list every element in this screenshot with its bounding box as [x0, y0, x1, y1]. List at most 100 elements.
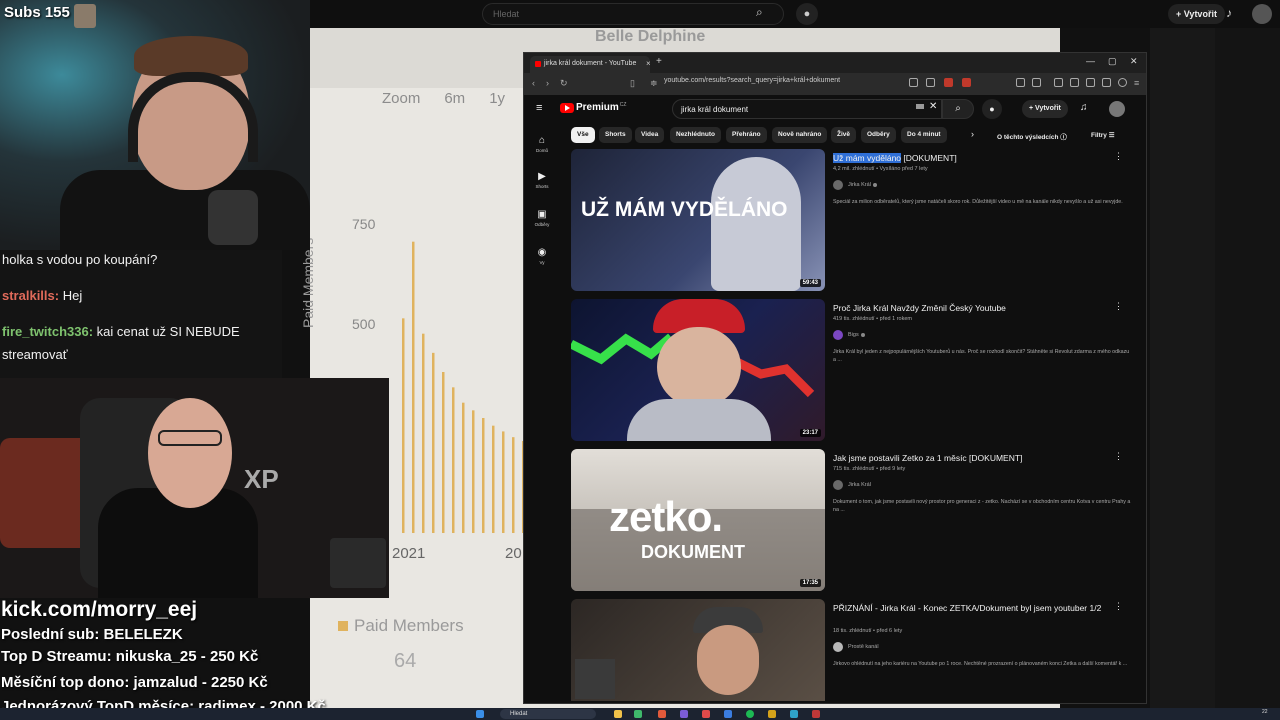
account-avatar[interactable] [1109, 101, 1125, 117]
music-icon[interactable] [1054, 78, 1063, 87]
video-title[interactable]: Jak jsme postavili Zetko za 1 měsíc [DOK… [833, 453, 1113, 464]
face [657, 327, 741, 407]
chat-username: fire_twitch336: [2, 324, 94, 339]
url-field[interactable]: youtube.com/results?search_query=jirka+k… [664, 77, 840, 84]
video-result[interactable]: UŽ MÁM VYDĚLÁNO 59:43 Už mám vyděláno [D… [571, 149, 1141, 293]
create-button[interactable]: + Vytvořit [1022, 100, 1068, 118]
chat-panel: holka s vodou po koupání? stralkills: He… [0, 250, 282, 378]
close-window-icon[interactable]: ✕ [1130, 56, 1138, 67]
more-actions-icon[interactable]: ⋮ [1114, 451, 1123, 462]
filters-button[interactable]: Filtry ☰ [1091, 131, 1115, 139]
chip-videos[interactable]: Videa [635, 127, 665, 143]
chip-live[interactable]: Živě [831, 127, 857, 143]
sidebar-item-home[interactable]: ⌂ Domů [524, 135, 560, 153]
background-search-input[interactable]: Hledat [482, 3, 784, 25]
about-results-link[interactable]: O těchto výsledcích ⓘ [997, 131, 1067, 141]
channel-info[interactable]: Bigs [833, 330, 865, 340]
clear-search-icon[interactable]: ✕ [929, 101, 937, 112]
spotify-icon[interactable] [746, 710, 754, 718]
more-actions-icon[interactable]: ⋮ [1114, 601, 1123, 612]
chip-under-4-minutes[interactable]: Do 4 minut [901, 127, 947, 143]
chat-message: stralkills: Hej [2, 288, 82, 303]
clock: 22 [1262, 709, 1268, 715]
search-button[interactable]: ⌕ [942, 99, 974, 119]
bookmark-icon[interactable]: ▯ [630, 78, 635, 89]
extension-icon[interactable] [1102, 78, 1111, 87]
close-tab-icon[interactable]: × [646, 59, 650, 68]
background-mic-icon[interactable]: ● [796, 3, 818, 25]
background-search-icon[interactable]: ⌕ [756, 5, 763, 20]
youtube-search-input[interactable]: jirka král dokument [672, 99, 942, 119]
video-title[interactable]: Proč Jirka Král Navždy Změnil Český Yout… [833, 303, 1113, 314]
chip-recently-uploaded[interactable]: Nově nahráno [772, 127, 828, 143]
browser-menu-icon[interactable]: ≡ [1134, 78, 1139, 88]
notifications-bell-icon[interactable]: ♫ [1080, 102, 1088, 113]
channel-info[interactable]: Jirka Král [833, 480, 871, 490]
chip-all[interactable]: Vše [571, 127, 595, 143]
webcam-bottom: XP [0, 378, 389, 598]
video-description: Dokument o tom, jak jsme postavili nový … [833, 499, 1131, 513]
extension-icon[interactable] [1070, 78, 1079, 87]
video-thumbnail[interactable] [571, 599, 825, 701]
extension-icon[interactable] [1032, 78, 1041, 87]
profile-icon[interactable] [1118, 78, 1127, 87]
video-result[interactable]: zetko. DOKUMENT 17:35 Jak jsme postavili… [571, 449, 1141, 593]
video-title[interactable]: PŘIZNÁNÍ - Jirka Král - Konec ZETKA/Doku… [833, 603, 1113, 614]
share-icon[interactable] [926, 78, 935, 87]
sidebar-item-you[interactable]: ◉ Vy [524, 247, 560, 265]
site-info-icon[interactable]: ≑ [650, 78, 658, 89]
forward-icon[interactable]: › [546, 78, 549, 88]
video-thumbnail[interactable]: zetko. DOKUMENT 17:35 [571, 449, 825, 591]
app-icon[interactable] [658, 710, 666, 718]
app-icon[interactable] [768, 710, 776, 718]
youtube-premium-logo[interactable]: Premium CZ [560, 102, 626, 113]
chip-shorts[interactable]: Shorts [599, 127, 632, 143]
extension-icon[interactable] [1016, 78, 1025, 87]
red-extension-icon[interactable] [962, 78, 971, 87]
chip-unwatched[interactable]: Nezhlédnuto [670, 127, 721, 143]
video-thumbnail[interactable]: 23:17 [571, 299, 825, 441]
app-icon[interactable] [724, 710, 732, 718]
sidebar-item-shorts[interactable]: ▶ Shorts [524, 171, 560, 189]
video-result[interactable]: PŘIZNÁNÍ - Jirka Král - Konec ZETKA/Doku… [571, 599, 1141, 701]
new-tab-icon[interactable]: + [656, 56, 662, 67]
taskbar-search-input[interactable]: Hledat [500, 709, 596, 719]
more-actions-icon[interactable]: ⋮ [1114, 301, 1123, 312]
back-icon[interactable]: ‹ [532, 78, 535, 88]
app-icon[interactable] [702, 710, 710, 718]
keyboard-icon[interactable] [916, 104, 924, 109]
start-icon[interactable] [476, 710, 484, 718]
chip-subscriptions[interactable]: Odběry [861, 127, 896, 143]
reload-icon[interactable]: ↻ [560, 78, 568, 89]
channel-info[interactable]: Jirka Král [833, 180, 877, 190]
chip-watched[interactable]: Přehráno [726, 127, 767, 143]
chart-legend: Paid Members [338, 616, 464, 636]
video-thumbnail[interactable]: UŽ MÁM VYDĚLÁNO 59:43 [571, 149, 825, 291]
minimize-icon[interactable]: — [1086, 56, 1095, 66]
video-title[interactable]: Už mám vyděláno [DOKUMENT] [833, 153, 1113, 164]
app-icon[interactable] [812, 710, 820, 718]
channel-name: Bigs [848, 332, 859, 338]
chips-next-chevron-icon[interactable]: › [971, 129, 974, 139]
video-result[interactable]: 23:17 Proč Jirka Král Navždy Změnil Česk… [571, 299, 1141, 443]
extension-icon[interactable] [909, 78, 918, 87]
channel-info[interactable]: Prostě kanál [833, 642, 879, 652]
more-actions-icon[interactable]: ⋮ [1114, 151, 1123, 162]
hamburger-menu-icon[interactable]: ≡ [536, 102, 542, 114]
extension-icon[interactable] [1086, 78, 1095, 87]
x-tick-20: 20 [505, 545, 522, 562]
maximize-icon[interactable]: ▢ [1108, 56, 1117, 67]
voice-search-mic-icon[interactable]: ● [982, 99, 1002, 119]
app-icon[interactable] [680, 710, 688, 718]
filters-label: Filtry [1091, 132, 1107, 139]
background-bell-icon[interactable]: ♪ [1226, 6, 1232, 20]
sidebar-item-subscriptions[interactable]: ▣ Odběry [524, 209, 560, 227]
app-icon[interactable] [790, 710, 798, 718]
file-explorer-icon[interactable] [614, 710, 622, 718]
background-create-button[interactable]: + Vytvořit [1168, 4, 1225, 24]
record-extension-icon[interactable] [944, 78, 953, 87]
background-avatar[interactable] [1252, 4, 1272, 24]
app-icon[interactable] [634, 710, 642, 718]
browser-tab[interactable]: jirka král dokument - YouTube × [530, 56, 650, 73]
video-title-highlight: Už mám vyděláno [833, 153, 902, 163]
